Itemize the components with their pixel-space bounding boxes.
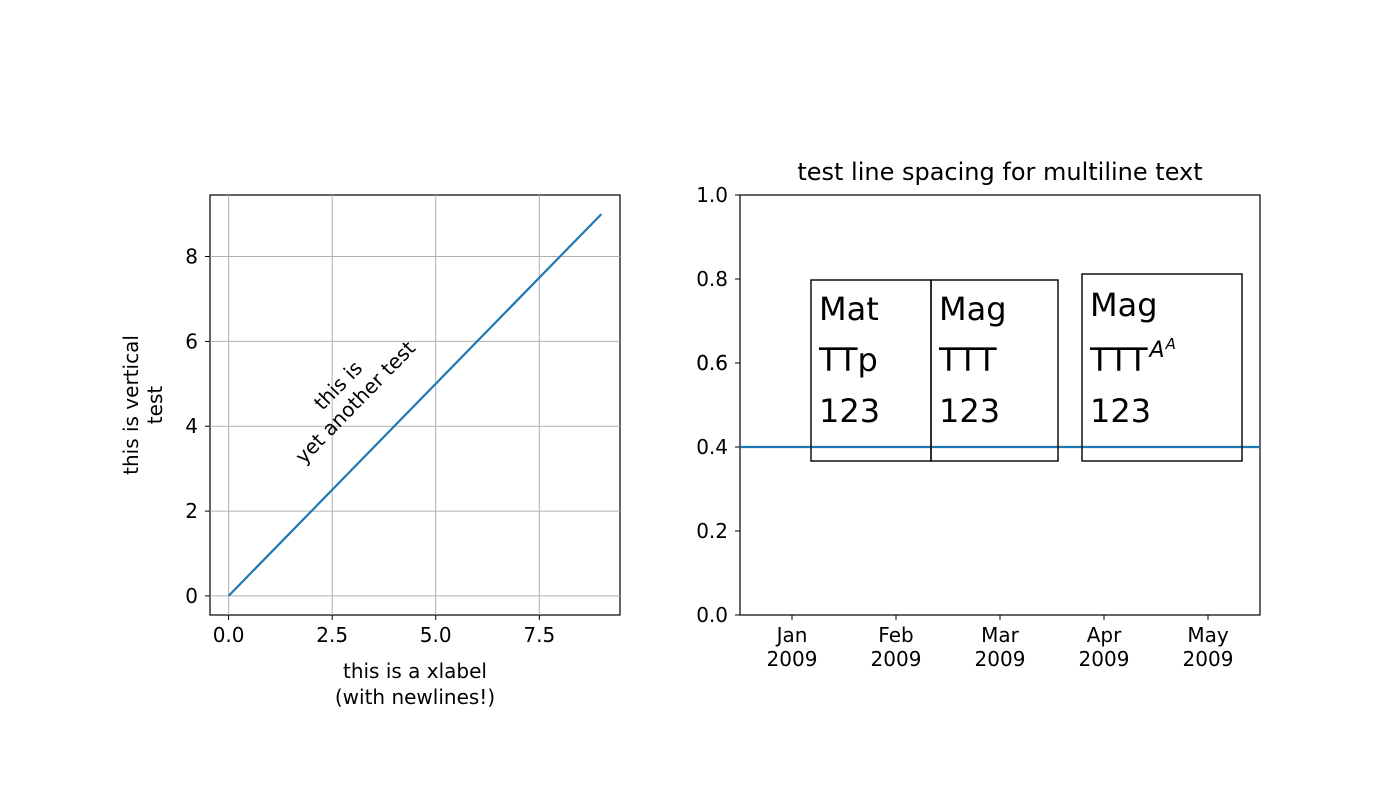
box2-line1: Mag [939, 290, 1007, 328]
xtick-month: Jan [775, 623, 808, 647]
right-x-ticks: Jan 2009 Feb 2009 Mar 2009 Apr 2009 May … [767, 615, 1234, 671]
right-title: test line spacing for multiline text [797, 158, 1202, 186]
ytick-label: 0.8 [696, 267, 728, 291]
ytick-label: 0.0 [696, 603, 728, 627]
xtick-year: 2009 [1183, 647, 1234, 671]
text-box-2: Mag TTT 123 [931, 280, 1058, 461]
box3-line1: Mag [1090, 286, 1158, 324]
left-y-ticks: 0 2 4 6 8 [185, 245, 210, 608]
left-xlabel-line1: this is a xlabel [343, 659, 487, 683]
box2-line2: TTT [938, 341, 997, 379]
ytick-label: 0.6 [696, 351, 728, 375]
ytick-label: 0.4 [696, 435, 728, 459]
ytick-label: 1.0 [696, 183, 728, 207]
xtick-label: 0.0 [213, 623, 245, 647]
xtick-month: May [1187, 623, 1229, 647]
xtick-label: 5.0 [420, 623, 452, 647]
xtick-month: Mar [981, 623, 1020, 647]
box2-line3: 123 [939, 392, 1000, 430]
left-ylabel-line1: this is vertical [119, 335, 143, 475]
xtick-label: 7.5 [523, 623, 555, 647]
ytick-label: 2 [185, 499, 198, 523]
box1-line1: Mat [819, 290, 879, 328]
figure: 0.0 2.5 5.0 7.5 0 2 4 6 8 this is a xlab… [0, 0, 1400, 800]
box3-line2: TTTAA [1089, 335, 1176, 379]
left-ylabel-line2: test [143, 386, 167, 425]
text-box-1: Mat TTp 123 [811, 280, 931, 461]
xtick-year: 2009 [767, 647, 818, 671]
ytick-label: 6 [185, 329, 198, 353]
text-box-3: Mag TTTAA 123 [1082, 274, 1242, 461]
ytick-label: 8 [185, 245, 198, 269]
xtick-month: Feb [878, 623, 913, 647]
ytick-label: 0.2 [696, 519, 728, 543]
left-xlabel-line2: (with newlines!) [335, 685, 495, 709]
right-y-ticks: 0.0 0.2 0.4 0.6 [696, 195, 740, 627]
left-ylabel: this is vertical test [119, 335, 167, 475]
right-subplot: test line spacing for multiline text 0.0… [696, 158, 1260, 671]
ytick-label: 0 [185, 584, 198, 608]
box1-line3: 123 [819, 392, 880, 430]
xtick-year: 2009 [1079, 647, 1130, 671]
box3-line3: 123 [1090, 392, 1151, 430]
left-subplot: 0.0 2.5 5.0 7.5 0 2 4 6 8 this is a xlab… [119, 195, 620, 709]
left-line-series [229, 214, 602, 596]
xtick-year: 2009 [975, 647, 1026, 671]
xtick-label: 2.5 [316, 623, 348, 647]
ytick-label: 4 [185, 414, 198, 438]
xtick-year: 2009 [871, 647, 922, 671]
left-x-ticks: 0.0 2.5 5.0 7.5 [213, 615, 556, 647]
left-annotation-line2: yet another test [290, 336, 420, 468]
box1-line2: TTp [818, 341, 878, 379]
xtick-month: Apr [1087, 623, 1122, 647]
